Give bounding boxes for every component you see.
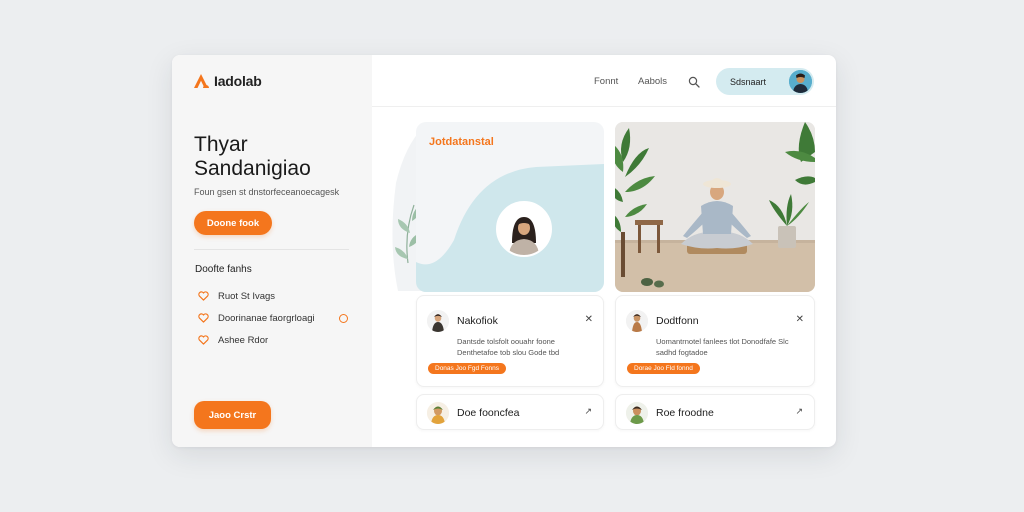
chevron-right-icon: ↗ <box>795 406 803 416</box>
close-icon[interactable]: ✕ <box>796 314 804 325</box>
brand[interactable]: Iadolab <box>192 72 262 90</box>
person-icon <box>498 203 550 255</box>
profile-description: Uomantrnotel fanlees tlot Donodfafe Slc … <box>656 337 789 357</box>
profile-name: Nakofiok <box>457 315 498 327</box>
profile-tag[interactable]: Dorae Joo Fld fonnd <box>627 363 700 374</box>
features-section-title: Doofte fanhs <box>195 264 252 275</box>
person-icon <box>427 402 449 424</box>
feature-item-label: Ashee Rdor <box>218 334 269 346</box>
person-icon <box>427 310 449 332</box>
avatar <box>626 402 648 424</box>
brand-name: Iadolab <box>214 73 262 89</box>
hero-title-line-2: Sandanigiao <box>194 157 311 180</box>
header-divider <box>372 106 836 107</box>
hero-subtitle: Foun gsen st dnstorfeceanoecagesk <box>194 187 340 197</box>
heart-icon <box>198 335 209 345</box>
cta-button[interactable]: Jaoo Crstr <box>194 401 271 429</box>
feature-card-title: Jotdatanstal <box>429 136 494 148</box>
meditation-photo <box>615 122 815 292</box>
avatar <box>626 310 648 332</box>
avatar <box>789 70 812 93</box>
profile-card[interactable]: Dodtfonn ✕ Uomantrnotel fanlees tlot Don… <box>615 295 815 387</box>
account-menu[interactable]: Sdsnaart <box>716 68 814 95</box>
heart-icon <box>198 291 209 301</box>
profile-name: Dodtfonn <box>656 315 699 327</box>
feature-item-label: Ruot St Ivags <box>218 290 276 302</box>
person-icon <box>626 402 648 424</box>
list-item-name: Roe froodne <box>656 407 714 419</box>
profile-description: Dantsde tolsfolt oouahr foone Denthetafo… <box>457 337 560 357</box>
close-icon[interactable]: ✕ <box>585 314 593 325</box>
radio-indicator-icon[interactable] <box>338 313 348 323</box>
profile-card[interactable]: Nakofiok ✕ Dantsde tolsfolt oouahr foone… <box>416 295 604 387</box>
search-icon[interactable] <box>688 76 700 88</box>
brand-logo-icon <box>194 74 209 88</box>
list-item[interactable]: Roe froodne ↗ <box>615 394 815 430</box>
primary-button[interactable]: Doone fook <box>194 211 272 235</box>
person-icon <box>626 310 648 332</box>
meditation-scene-image <box>615 122 815 292</box>
app-window: Iadolab Thyar Sandanigiao Foun gsen st d… <box>172 55 836 447</box>
chevron-right-icon: ↗ <box>584 406 592 416</box>
avatar <box>496 201 552 257</box>
hero-title: Thyar Sandanigiao <box>194 133 364 181</box>
hero-title-line-1: Thyar <box>194 133 248 156</box>
feature-item[interactable]: Doorinanae faorgrloagi <box>198 307 358 329</box>
person-icon <box>789 70 812 93</box>
feature-card[interactable]: Jotdatanstal <box>416 122 604 292</box>
avatar <box>427 402 449 424</box>
heart-icon <box>198 313 209 323</box>
list-item-name: Doe fooncfea <box>457 407 520 419</box>
list-item[interactable]: Doe fooncfea ↗ <box>416 394 604 430</box>
account-label: Sdsnaart <box>730 76 767 87</box>
profile-tag[interactable]: Donas Joo Fgd Fonns <box>428 363 506 374</box>
nav-link[interactable]: Fonnt <box>594 76 618 87</box>
avatar <box>427 310 449 332</box>
sidebar: Iadolab Thyar Sandanigiao Foun gsen st d… <box>172 55 372 447</box>
feature-list: Ruot St Ivags Doorinanae faorgrloagi Ash… <box>198 285 358 351</box>
feature-item[interactable]: Ruot St Ivags <box>198 285 358 307</box>
sidebar-divider <box>194 249 349 250</box>
feature-item[interactable]: Ashee Rdor <box>198 329 358 351</box>
feature-item-label: Doorinanae faorgrloagi <box>218 312 315 324</box>
nav-link[interactable]: Aabols <box>638 76 667 87</box>
